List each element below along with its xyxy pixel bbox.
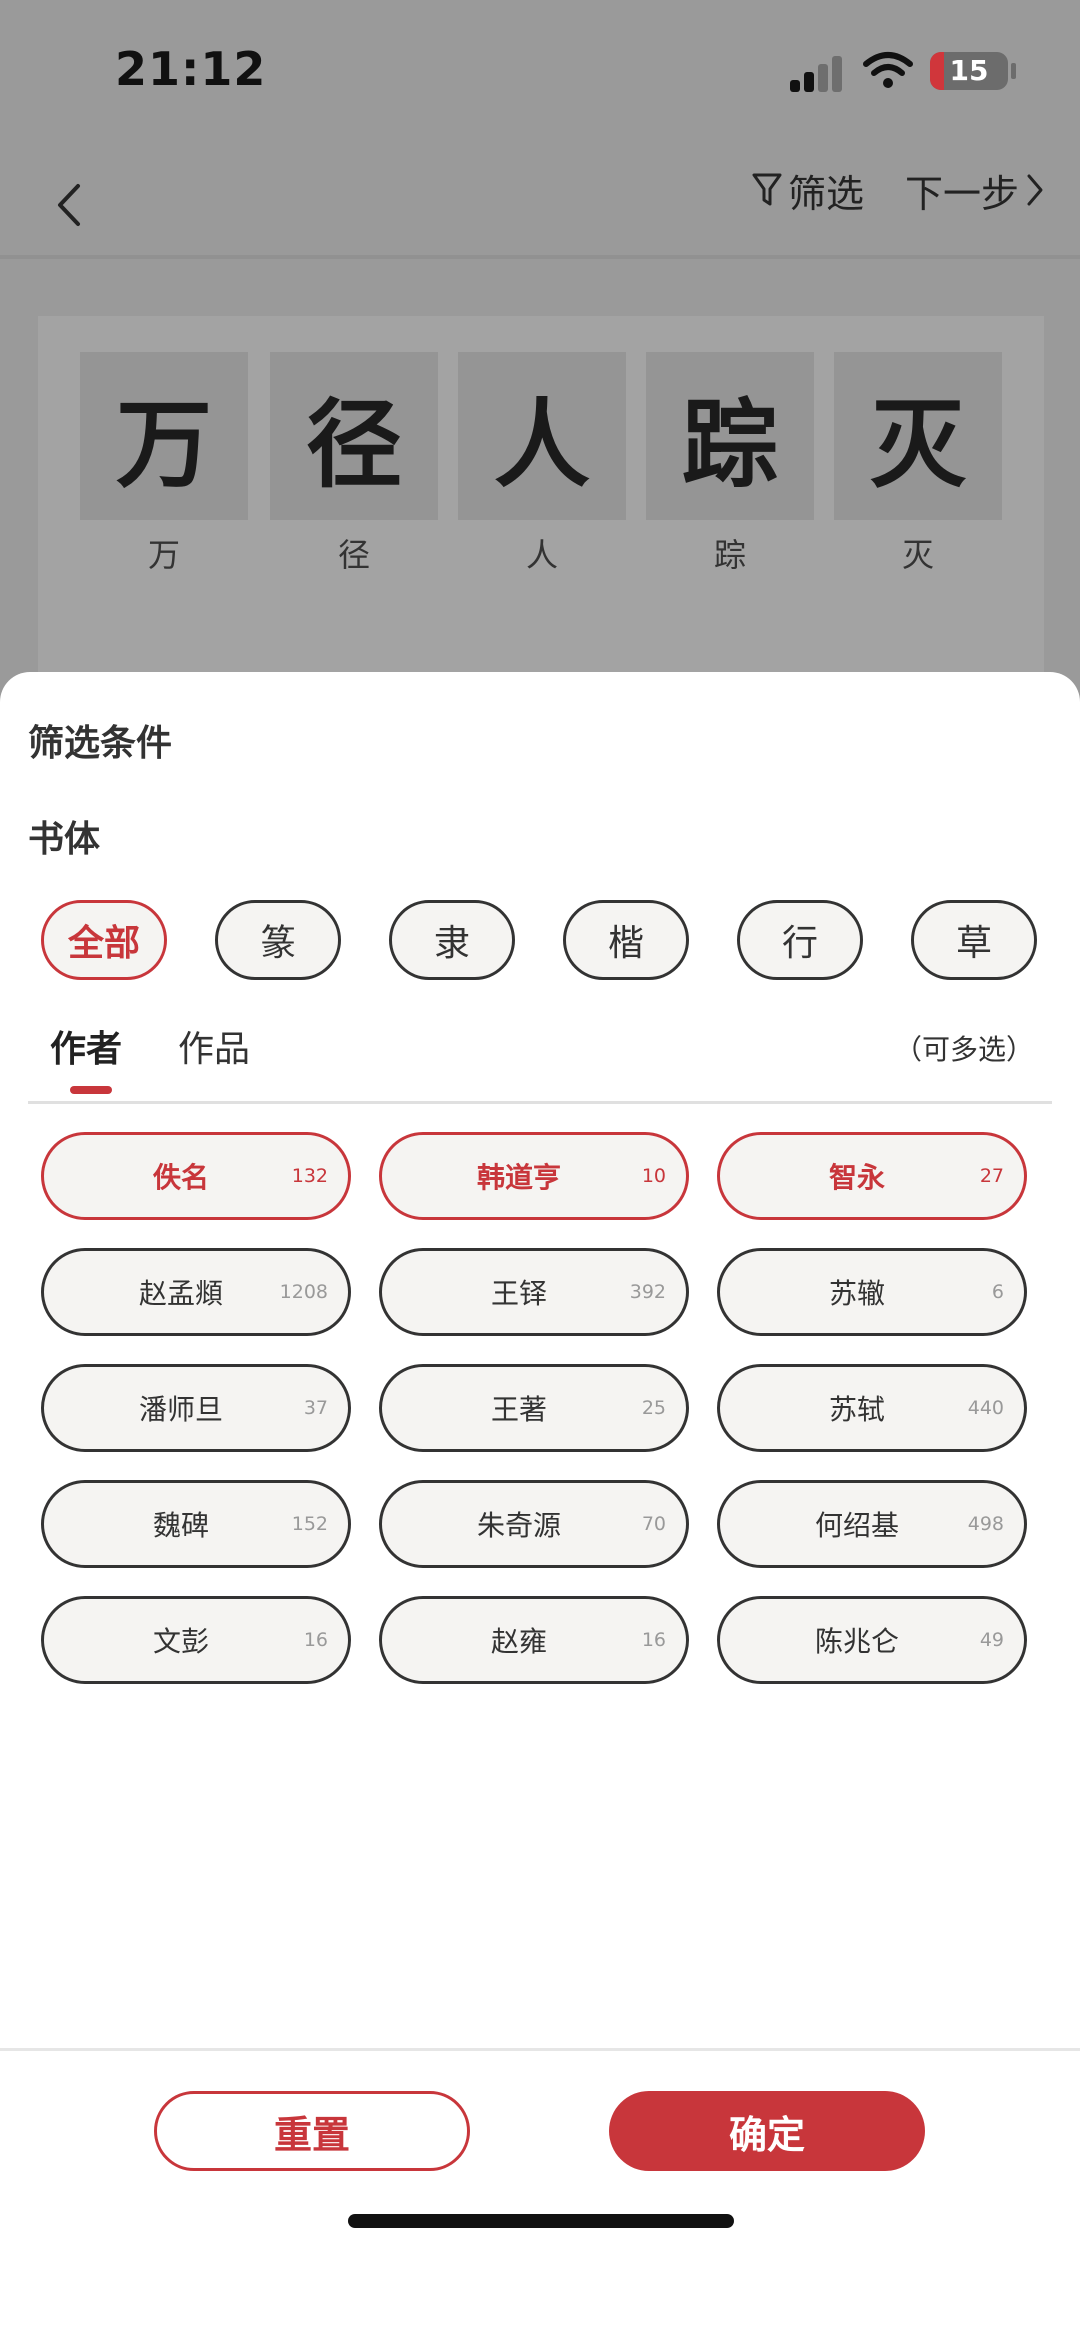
- signal-icon: [790, 56, 846, 92]
- filter-funnel-icon: [752, 173, 782, 206]
- glyph-label: 灭: [901, 536, 934, 574]
- author-pill[interactable]: 潘师旦 37: [41, 1364, 351, 1452]
- tab-works[interactable]: 作品: [178, 1020, 250, 1072]
- author-name: 苏辙: [828, 1277, 885, 1310]
- author-pill[interactable]: 何绍基 498: [717, 1480, 1027, 1568]
- author-pill[interactable]: 王铎 392: [379, 1248, 689, 1336]
- home-indicator: [348, 2214, 734, 2228]
- reset-button[interactable]: 重置: [154, 2091, 470, 2171]
- author-name: 智永: [828, 1161, 885, 1194]
- author-name: 王著: [490, 1393, 547, 1426]
- author-pill[interactable]: 魏碑 152: [41, 1480, 351, 1568]
- script-pill[interactable]: 隶: [389, 900, 515, 980]
- author-pill[interactable]: 苏辙 6: [717, 1248, 1027, 1336]
- author-count: 1208: [279, 1281, 328, 1303]
- author-pill[interactable]: 智永 27: [717, 1132, 1027, 1220]
- status-time: 21:12: [115, 42, 267, 96]
- glyph-label: 人: [525, 536, 558, 574]
- sheet-title: 筛选条件: [28, 723, 173, 764]
- back-chevron-icon[interactable]: [50, 180, 90, 230]
- author-pill[interactable]: 韩道亨 10: [379, 1132, 689, 1220]
- author-count: 152: [291, 1513, 328, 1535]
- script-section-title: 书体: [28, 819, 101, 860]
- next-step-button[interactable]: 下一步: [905, 165, 1045, 216]
- glyph-box[interactable]: 人: [458, 352, 626, 520]
- filter-label: 筛选: [788, 171, 865, 216]
- script-pill[interactable]: 全部: [41, 900, 167, 980]
- author-count: 440: [967, 1397, 1004, 1419]
- filter-sheet: 筛选条件 书体 全部篆隶楷行草 作者 作品 （可多选） 佚名 132 韩道亨 10 智永…: [0, 672, 1080, 2337]
- author-name: 文彭: [152, 1625, 209, 1658]
- next-step-label: 下一步: [905, 171, 1020, 216]
- author-count: 70: [641, 1513, 666, 1535]
- nav-divider: [0, 255, 1080, 259]
- glyph-box[interactable]: 踪: [646, 352, 814, 520]
- author-pill[interactable]: 文彭 16: [41, 1596, 351, 1684]
- confirm-button[interactable]: 确定: [609, 2091, 925, 2171]
- author-count: 392: [629, 1281, 666, 1303]
- battery-tip: [1011, 63, 1016, 79]
- tab-author[interactable]: 作者: [50, 1020, 122, 1072]
- battery-icon: 15: [930, 52, 1008, 90]
- author-count: 49: [979, 1629, 1004, 1651]
- author-count: 498: [967, 1513, 1004, 1535]
- author-pill[interactable]: 朱奇源 70: [379, 1480, 689, 1568]
- wifi-icon: [863, 52, 913, 88]
- author-count: 132: [291, 1165, 328, 1187]
- author-count: 10: [641, 1165, 666, 1187]
- author-count: 16: [641, 1629, 666, 1651]
- script-pill[interactable]: 草: [911, 900, 1037, 980]
- glyph-box[interactable]: 径: [270, 352, 438, 520]
- filter-button[interactable]: 筛选: [752, 165, 865, 216]
- author-pill[interactable]: 赵孟頫 1208: [41, 1248, 351, 1336]
- glyph-label: 径: [337, 536, 370, 574]
- script-pill[interactable]: 篆: [215, 900, 341, 980]
- author-name: 韩道亨: [476, 1161, 561, 1194]
- background-page: 21:12 15 筛选 下一步 万 万 径 径 人 人 踪 踪 灭 灭: [0, 0, 1080, 716]
- author-count: 6: [991, 1281, 1004, 1303]
- author-count: 25: [641, 1397, 666, 1419]
- tab-divider: [28, 1101, 1052, 1104]
- battery-level: 15: [949, 54, 989, 87]
- author-pill[interactable]: 陈兆仑 49: [717, 1596, 1027, 1684]
- glyph-box[interactable]: 灭: [834, 352, 1002, 520]
- author-pill[interactable]: 苏轼 440: [717, 1364, 1027, 1452]
- author-list[interactable]: 佚名 132 韩道亨 10 智永 27 赵孟頫 1208 王铎 392 苏辙 6 潘师旦 37 王著 25 苏轼…: [0, 1132, 1080, 1692]
- script-pill[interactable]: 行: [737, 900, 863, 980]
- author-name: 朱奇源: [476, 1509, 561, 1542]
- tab-indicator: [70, 1086, 112, 1094]
- glyph-label: 踪: [713, 536, 746, 574]
- script-pill[interactable]: 楷: [563, 900, 689, 980]
- status-bar: 21:12 15: [0, 0, 1080, 140]
- author-name: 陈兆仑: [814, 1625, 899, 1658]
- author-name: 潘师旦: [138, 1393, 223, 1426]
- author-count: 37: [303, 1397, 328, 1419]
- author-count: 27: [979, 1165, 1004, 1187]
- glyph-box[interactable]: 万: [80, 352, 248, 520]
- author-pill[interactable]: 王著 25: [379, 1364, 689, 1452]
- glyph-label: 万: [147, 536, 180, 574]
- author-count: 16: [303, 1629, 328, 1651]
- author-pill[interactable]: 佚名 132: [41, 1132, 351, 1220]
- footer-divider: [0, 2048, 1080, 2051]
- author-name: 赵雍: [490, 1625, 547, 1658]
- chevron-right-icon: [1027, 174, 1043, 206]
- author-pill[interactable]: 赵雍 16: [379, 1596, 689, 1684]
- multi-select-hint: （可多选）: [893, 1033, 1034, 1066]
